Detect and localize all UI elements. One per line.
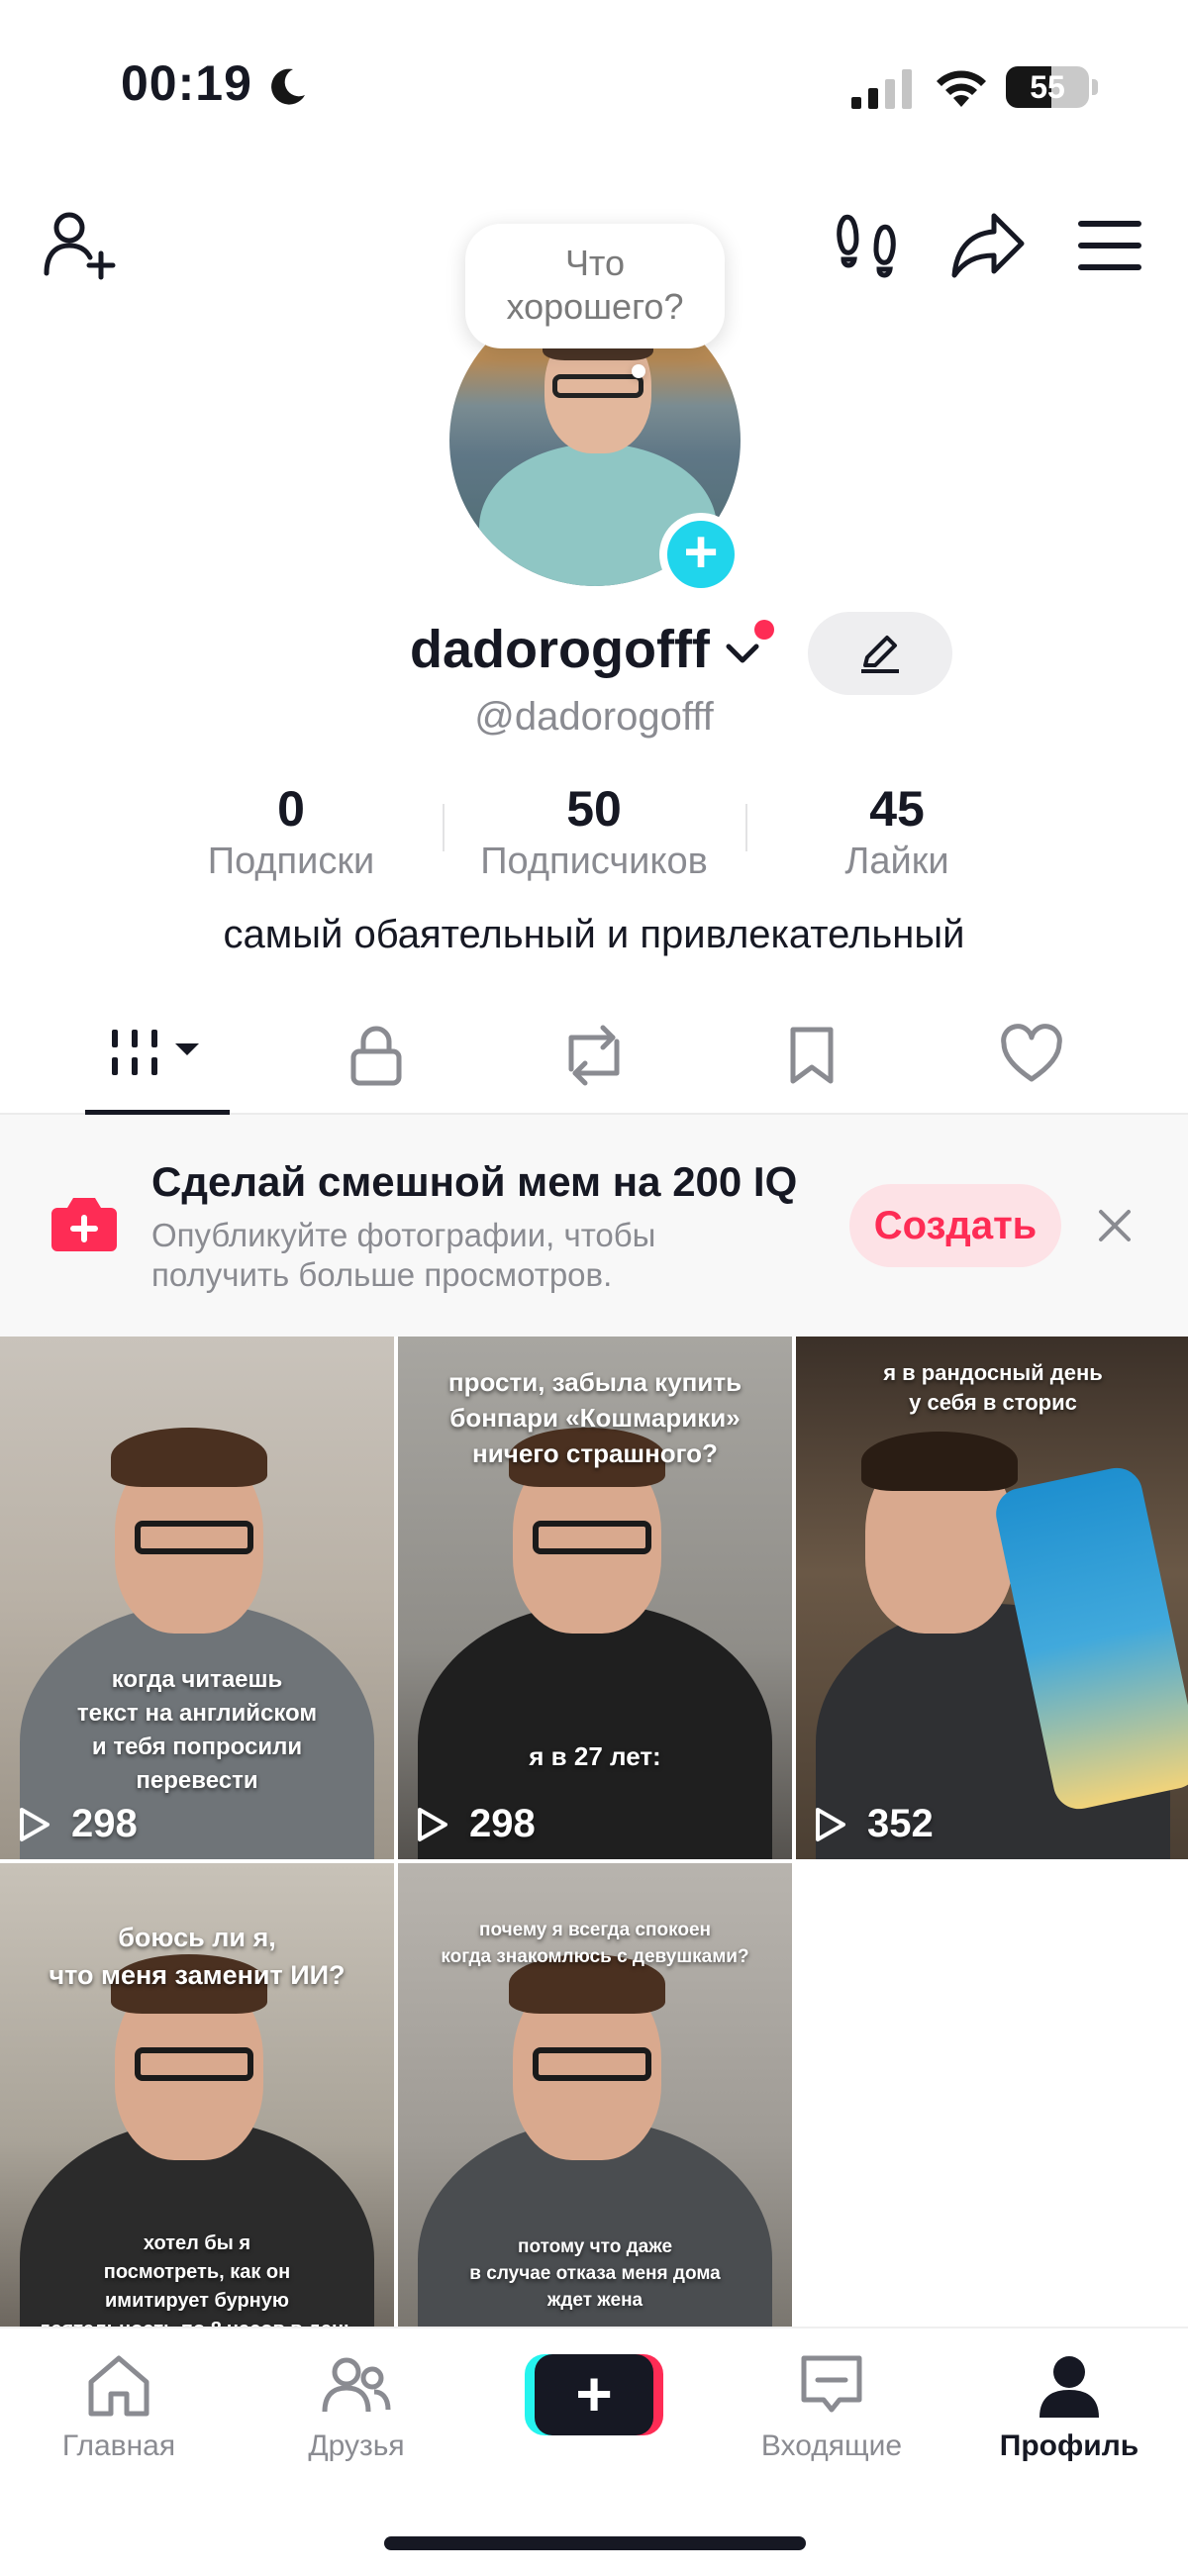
tab-liked[interactable]	[962, 1000, 1101, 1115]
wifi-icon	[937, 70, 986, 107]
nav-profile[interactable]: Профиль	[970, 2350, 1168, 2469]
play-icon	[20, 1808, 50, 1841]
inbox-icon	[801, 2355, 862, 2413]
person-glasses	[135, 1521, 253, 1554]
stat-label: Подписчиков	[480, 841, 708, 882]
video-caption: когда читаешь текст на английском и тебя…	[76, 1666, 318, 1794]
stat-value: 50	[566, 781, 622, 837]
video-tile[interactable]: почему я всегда спокоен когда знакомлюсь…	[398, 1863, 792, 2327]
promo-subtitle: Опубликуйте фотографии, чтобы получить б…	[151, 1217, 656, 1293]
note-bubble-line: хорошего?	[506, 286, 684, 327]
stat-value: 0	[277, 781, 305, 837]
video-tile[interactable]: я в рандосный день у себя в сторис 352	[796, 1337, 1188, 1859]
repost-icon	[568, 1025, 620, 1086]
video-caption-top: почему я всегда спокоен когда знакомлюсь…	[441, 1920, 749, 1967]
play-icon	[418, 1808, 447, 1841]
play-icon	[816, 1808, 845, 1841]
video-tile[interactable]: прости, забыла купить бонпари «Кошмарики…	[398, 1337, 792, 1859]
username[interactable]: dadorogofff	[410, 619, 710, 680]
battery-tip	[1092, 79, 1098, 95]
avatar-glasses	[552, 374, 644, 398]
video-caption: я в 27 лет:	[529, 1741, 661, 1771]
friends-icon	[322, 2357, 391, 2413]
nav-home[interactable]: Главная	[20, 2350, 218, 2469]
nav-label: Профиль	[999, 2429, 1139, 2462]
home-icon	[88, 2355, 149, 2417]
video-tile[interactable]: боюсь ли я, что меня заменит ИИ? хотел б…	[0, 1863, 394, 2327]
status-time: 00:19	[121, 55, 252, 111]
share-icon[interactable]	[950, 210, 1026, 279]
tab-favorites[interactable]	[742, 1000, 881, 1115]
close-icon[interactable]	[1095, 1206, 1135, 1245]
note-bubble-tail	[632, 364, 645, 378]
battery-text: 55	[1030, 69, 1065, 105]
person-hair	[861, 1432, 1018, 1491]
status-bar: 00:19 55	[0, 0, 1188, 149]
view-count-text: 352	[867, 1802, 934, 1845]
add-friend-icon[interactable]	[42, 208, 117, 283]
video-caption: хотел бы я посмотреть, как он имитирует …	[39, 2232, 356, 2327]
user-handle: @dadorogofff	[474, 695, 714, 739]
view-count-text: 298	[469, 1802, 536, 1845]
stat-likes[interactable]: 45 Лайки	[798, 780, 996, 885]
stat-divider	[443, 804, 445, 851]
nav-label: Входящие	[760, 2429, 903, 2462]
heart-icon	[1001, 1024, 1062, 1082]
profile-bio: самый обаятельный и привлекательный	[223, 913, 965, 956]
video-caption: потому что даже в случае отказа меня дом…	[469, 2236, 721, 2311]
stat-followers[interactable]: 50 Подписчиков	[455, 780, 733, 885]
tab-reposts[interactable]	[525, 1000, 663, 1115]
create-video-button[interactable]: +	[525, 2354, 663, 2435]
stat-divider	[745, 804, 747, 851]
nav-friends[interactable]: Друзья	[257, 2350, 455, 2469]
video-tile[interactable]: когда читаешь текст на английском и тебя…	[0, 1337, 394, 1859]
edit-profile-button[interactable]	[808, 612, 952, 695]
profile-stats: 0 Подписки 50 Подписчиков 45 Лайки	[0, 780, 1188, 889]
person-glasses	[533, 1521, 651, 1554]
nav-inbox[interactable]: Входящие	[733, 2350, 931, 2469]
lock-icon	[350, 1026, 402, 1086]
chevron-down-icon[interactable]	[723, 639, 762, 668]
notification-dot	[754, 620, 774, 640]
tab-videos[interactable]	[85, 1000, 230, 1115]
home-indicator[interactable]	[384, 2536, 806, 2550]
moon-icon	[271, 68, 305, 105]
plus-icon: +	[535, 2354, 653, 2435]
person-hair	[111, 1428, 267, 1487]
footprints-icon[interactable]	[835, 210, 900, 279]
person-glasses	[135, 2047, 253, 2081]
menu-icon[interactable]	[1075, 216, 1144, 275]
promo-banner: Сделай смешной мем на 200 IQ Опубликуйте…	[0, 1115, 1188, 1337]
stat-value: 45	[869, 781, 925, 837]
view-count-text: 298	[71, 1802, 138, 1845]
note-bubble-line: Что	[564, 243, 626, 283]
nav-label: Главная	[61, 2429, 176, 2462]
video-grid: когда читаешь текст на английском и тебя…	[0, 1337, 1188, 2327]
note-bubble[interactable]: Что хорошего?	[465, 224, 725, 348]
username-row: dadorogofff	[0, 619, 1188, 688]
create-button[interactable]: Создать	[849, 1184, 1061, 1267]
stat-following[interactable]: 0 Подписки	[192, 780, 390, 885]
pencil-icon	[861, 636, 899, 673]
promo-title: Сделай смешной мем на 200 IQ	[151, 1158, 798, 1205]
nav-label: Друзья	[308, 2429, 405, 2462]
video-caption-top: прости, забыла купить бонпари «Кошмарики…	[447, 1367, 742, 1468]
stat-label: Подписки	[207, 841, 375, 882]
profile-tabs	[0, 1000, 1188, 1115]
stat-label: Лайки	[844, 841, 949, 882]
videos-grid-icon	[112, 1030, 199, 1075]
plus-icon: +	[667, 521, 735, 588]
tab-private[interactable]	[307, 1000, 446, 1115]
signal-icon	[851, 69, 912, 109]
camera-plus-icon	[51, 1198, 117, 1251]
bookmark-icon	[790, 1027, 834, 1084]
battery-indicator: 55	[1006, 66, 1089, 108]
add-story-button[interactable]: +	[659, 513, 742, 596]
video-caption-top: боюсь ли я, что меня заменит ИИ?	[49, 1923, 346, 1990]
video-caption-top: я в рандосный день у себя в сторис	[883, 1360, 1103, 1415]
person-glasses	[533, 2047, 651, 2081]
profile-icon	[1040, 2356, 1099, 2418]
